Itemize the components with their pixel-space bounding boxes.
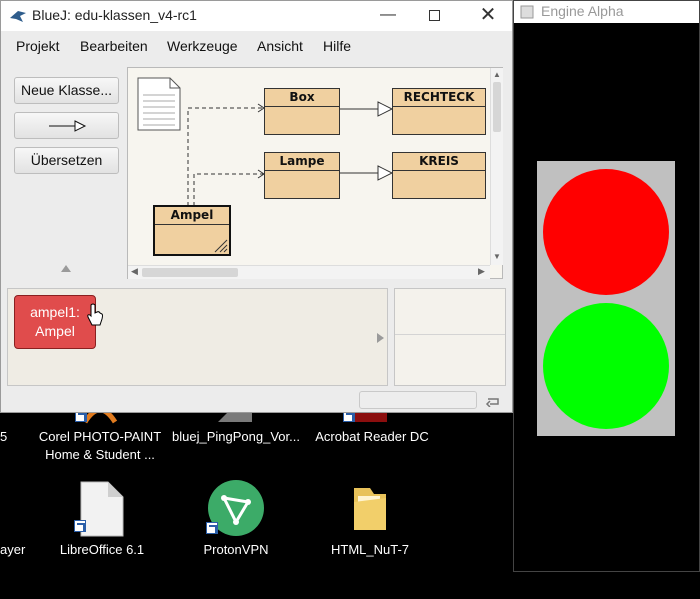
desktop-label-partial-top: 5	[0, 429, 8, 444]
protonvpn-icon[interactable]	[206, 480, 266, 540]
scroll-down-icon[interactable]: ▼	[493, 252, 501, 261]
desktop-label-acrobat[interactable]: Acrobat Reader DC	[302, 428, 442, 446]
scroll-left-icon[interactable]: ◀	[131, 266, 138, 277]
java-app-icon	[520, 5, 534, 19]
code-pad[interactable]	[394, 288, 506, 386]
code-pad-divider	[395, 334, 505, 335]
collapse-arrow-icon[interactable]	[61, 265, 71, 272]
diagram-horizontal-scrollbar[interactable]: ◀ ▶	[128, 265, 490, 279]
undo-icon[interactable]	[484, 393, 502, 407]
menu-hilfe[interactable]: Hilfe	[323, 38, 351, 54]
menu-bar: Projekt Bearbeiten Werkzeuge Ansicht Hil…	[1, 33, 512, 59]
engine-window-title: Engine Alpha	[541, 3, 624, 19]
desktop-label-bluej-pingpong[interactable]: bluej_PingPong_Vor...	[166, 428, 306, 446]
compile-button[interactable]: Übersetzen	[14, 147, 119, 174]
class-ampel[interactable]: Ampel	[153, 205, 231, 256]
class-kreis[interactable]: KREIS	[392, 152, 486, 199]
engine-titlebar[interactable]: Engine Alpha	[514, 1, 699, 23]
hand-cursor-icon	[87, 303, 103, 326]
scroll-right-icon[interactable]: ▶	[478, 266, 485, 277]
inheritance-arrow-icon	[48, 120, 86, 132]
bluej-bird-icon	[10, 11, 26, 22]
class-rechteck[interactable]: RECHTECK	[392, 88, 486, 135]
desktop-label-protonvpn[interactable]: ProtonVPN	[166, 541, 306, 559]
traffic-light	[537, 161, 675, 436]
object-bench[interactable]: ampel1: Ampel	[7, 288, 388, 386]
bluej-window: BlueJ: edu-klassen_v4-rc1 — ✕ Projekt Be…	[0, 0, 513, 413]
libreoffice-icon[interactable]	[74, 480, 126, 538]
object-type: Ampel	[35, 323, 75, 339]
menu-ansicht[interactable]: Ansicht	[257, 38, 303, 54]
desktop-label-corel[interactable]: Corel PHOTO-PAINT Home & Student ...	[30, 428, 170, 464]
maximize-button[interactable]	[411, 1, 457, 31]
horizontal-scroll-thumb[interactable]	[142, 268, 238, 277]
class-box[interactable]: Box	[264, 88, 340, 135]
new-inheritance-arrow-button[interactable]	[14, 112, 119, 139]
desktop-label-line: Home & Student ...	[45, 447, 155, 462]
menu-werkzeuge[interactable]: Werkzeuge	[167, 38, 238, 54]
desktop-label-libreoffice[interactable]: LibreOffice 6.1	[32, 541, 172, 559]
window-title: BlueJ: edu-klassen_v4-rc1	[32, 7, 197, 23]
scroll-up-icon[interactable]: ▲	[493, 70, 501, 79]
menu-bearbeiten[interactable]: Bearbeiten	[80, 38, 148, 54]
folder-icon[interactable]	[350, 484, 390, 534]
class-name: Ampel	[155, 207, 229, 225]
resize-handle-icon[interactable]	[213, 238, 229, 254]
menu-projekt[interactable]: Projekt	[16, 38, 60, 54]
class-diagram[interactable]: Box RECHTECK Lampe KREIS Ampel ▲ ▼ ◀ ▶	[127, 67, 503, 279]
class-name: Box	[265, 89, 339, 107]
close-button[interactable]: ✕	[465, 1, 511, 31]
diagram-vertical-scrollbar[interactable]: ▲ ▼	[490, 68, 503, 265]
minimize-button[interactable]: —	[365, 1, 411, 31]
desktop-label-partial-bottom: ayer	[0, 542, 26, 557]
green-lamp	[543, 303, 669, 429]
bench-expand-arrow-icon[interactable]	[377, 333, 384, 343]
desktop-label-line: Corel PHOTO-PAINT	[38, 429, 162, 444]
class-name: Lampe	[265, 153, 339, 171]
engine-alpha-window: Engine Alpha	[513, 0, 700, 572]
class-name: RECHTECK	[393, 89, 485, 107]
class-name: KREIS	[393, 153, 485, 171]
class-lampe[interactable]: Lampe	[264, 152, 340, 199]
object-name: ampel1:	[30, 304, 80, 320]
vertical-scroll-thumb[interactable]	[493, 82, 501, 132]
bluej-titlebar[interactable]: BlueJ: edu-klassen_v4-rc1 — ✕	[1, 1, 512, 31]
object-ampel1[interactable]: ampel1: Ampel	[14, 295, 96, 349]
new-class-button[interactable]: Neue Klasse...	[14, 77, 119, 104]
status-field	[359, 391, 477, 409]
red-lamp	[543, 169, 669, 295]
desktop-label-html-nut[interactable]: HTML_NuT-7	[300, 541, 440, 559]
